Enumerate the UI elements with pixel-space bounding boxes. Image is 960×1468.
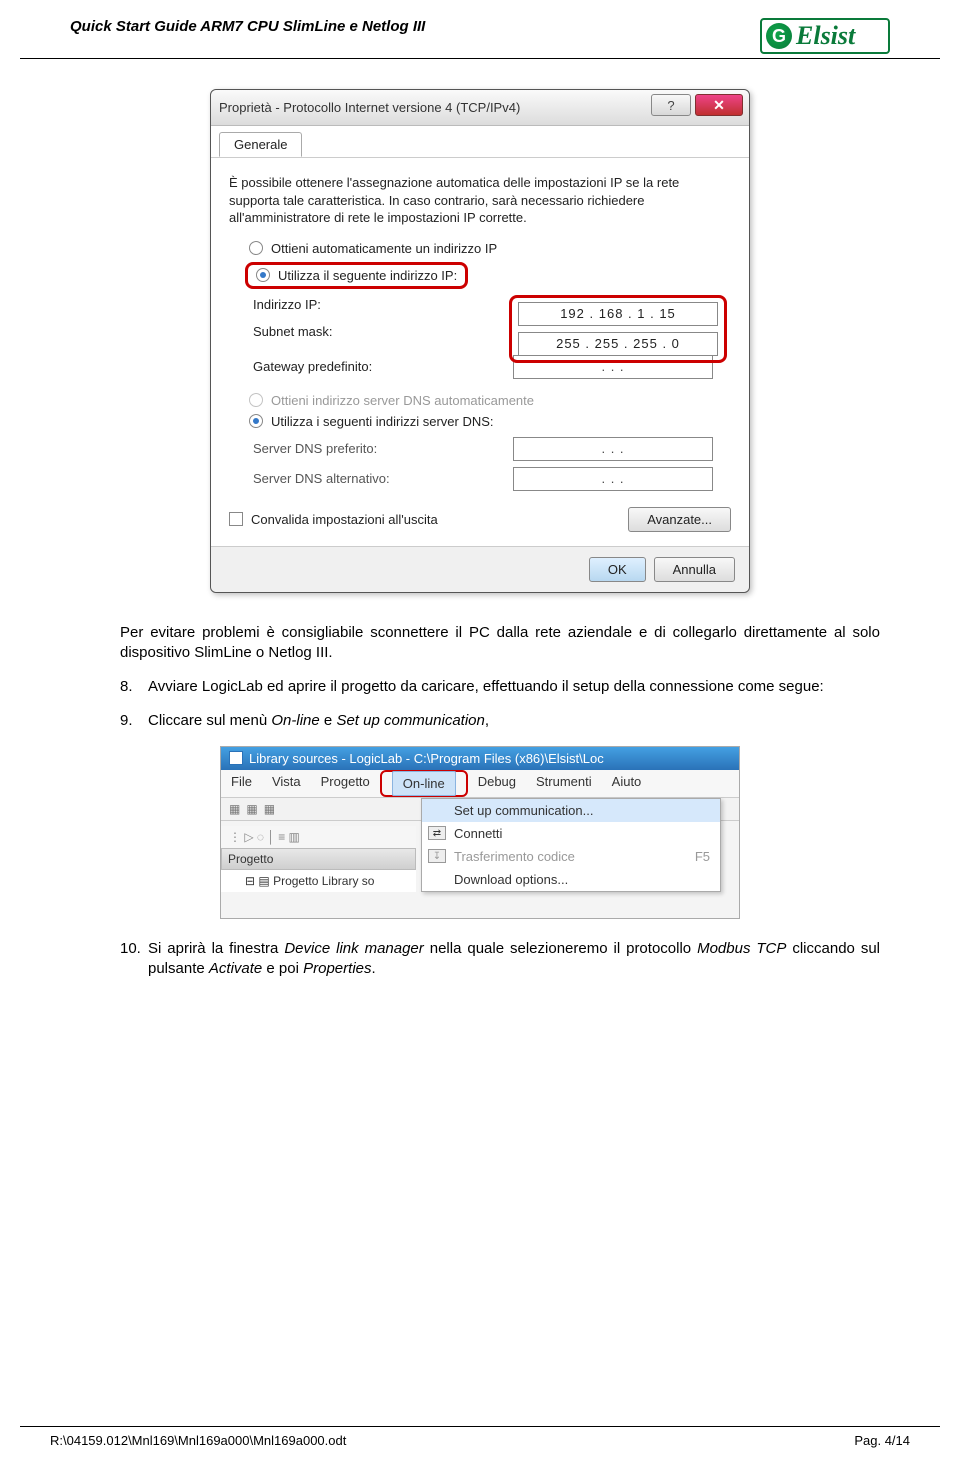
logiclab-window: Library sources - LogicLab - C:\Program … [220,746,740,919]
ipv4-properties-dialog: Proprietà - Protocollo Internet versione… [210,89,750,593]
page-header: Quick Start Guide ARM7 CPU SlimLine e Ne… [20,0,940,59]
radio-auto-ip-row[interactable]: Ottieni automaticamente un indirizzo IP [249,241,731,256]
sidebar-item[interactable]: ⊟ ▤ Progetto Library so [221,870,416,892]
dialog-tabs: Generale [211,126,749,158]
highlight-manual-ip: Utilizza il seguente indirizzo IP: [245,262,468,289]
connect-icon: ⇄ [428,826,446,840]
close-button[interactable]: ✕ [695,94,743,116]
radio-manual-ip-label: Utilizza il seguente indirizzo IP: [278,268,457,283]
ok-button[interactable]: OK [589,557,646,582]
menu-online[interactable]: On-line [392,771,456,796]
radio-on-icon [249,414,263,428]
menu-item-transfer: ↧ Trasferimento codice F5 [422,845,720,868]
tab-general[interactable]: Generale [219,132,302,157]
footer-path: R:\04159.012\Mnl169\Mnl169a000\Mnl169a00… [50,1433,346,1448]
logiclab-titlebar: Library sources - LogicLab - C:\Program … [221,747,739,770]
dns2-field[interactable]: . . . [513,467,713,491]
radio-off-icon [249,241,263,255]
logiclab-title-text: Library sources - LogicLab - C:\Program … [249,751,604,766]
radio-manual-dns-row[interactable]: Utilizza i seguenti indirizzi server DNS… [249,414,731,429]
dialog-title: Proprietà - Protocollo Internet versione… [219,100,520,115]
ip-address-field[interactable]: 192 . 168 . 1 . 15 [518,302,718,326]
dialog-body: È possibile ottenere l'assegnazione auto… [211,158,749,546]
dns1-label: Server DNS preferito: [253,441,413,456]
paragraph-intro: Per evitare problemi è consigliabile sco… [120,623,880,664]
elsist-logo: G Elsist [760,18,890,54]
menu-strumenti[interactable]: Strumenti [526,770,602,797]
dialog-description: È possibile ottenere l'assegnazione auto… [229,174,731,227]
subnet-mask-field[interactable]: 255 . 255 . 255 . 0 [518,332,718,356]
highlight-ip-fields: 192 . 168 . 1 . 15 255 . 255 . 255 . 0 [509,295,727,363]
doc-title: Quick Start Guide ARM7 CPU SlimLine e Ne… [70,18,425,35]
dns1-field[interactable]: . . . [513,437,713,461]
logiclab-menubar: File Vista Progetto On-line Debug Strume… [221,770,739,798]
ip-label: Indirizzo IP: [253,297,413,312]
advanced-button[interactable]: Avanzate... [628,507,731,532]
radio-manual-dns-label: Utilizza i seguenti indirizzi server DNS… [271,414,494,429]
mask-label: Subnet mask: [253,324,413,339]
radio-manual-ip-row[interactable]: Utilizza il seguente indirizzo IP: [245,262,731,289]
validate-checkbox[interactable] [229,512,243,526]
app-icon [229,751,243,765]
sidebar-header: Progetto [221,848,416,870]
dialog-titlebar: Proprietà - Protocollo Internet versione… [211,90,749,126]
paragraph-10: 10. Si aprirà la finestra Device link ma… [120,939,880,980]
menu-file[interactable]: File [221,770,262,797]
radio-auto-ip-label: Ottieni automaticamente un indirizzo IP [271,241,497,256]
menu-progetto[interactable]: Progetto [311,770,380,797]
footer-page: Pag. 4/14 [854,1433,910,1448]
dialog-footer: OK Annulla [211,546,749,592]
radio-auto-dns-label: Ottieni indirizzo server DNS automaticam… [271,393,534,408]
menu-item-setup-communication[interactable]: Set up communication... [422,799,720,822]
menu-item-connect[interactable]: ⇄ Connetti [422,822,720,845]
gateway-label: Gateway predefinito: [253,359,413,374]
cancel-button[interactable]: Annulla [654,557,735,582]
radio-auto-dns-row: Ottieni indirizzo server DNS automaticam… [249,393,731,408]
ip-fields-group: 192 . 168 . 1 . 15 255 . 255 . 255 . 0 I… [229,297,731,379]
paragraph-8: 8. Avviare LogicLab ed aprire il progett… [120,677,880,697]
menu-debug[interactable]: Debug [468,770,526,797]
toolbar-icon[interactable]: ▦ [229,802,240,816]
menu-vista[interactable]: Vista [262,770,311,797]
page-footer: R:\04159.012\Mnl169\Mnl169a000\Mnl169a00… [20,1426,940,1448]
toolbar-icon[interactable]: ▦ [246,802,257,816]
transfer-icon: ↧ [428,849,446,863]
logiclab-sidebar: ⋮ ▷ ◌ │ ≡ ▥ Progetto ⊟ ▤ Progetto Librar… [221,826,416,892]
online-dropdown: Set up communication... ⇄ Connetti ↧ Tra… [421,798,721,892]
logiclab-body: ▦ ▦ ▦ ⋮ ▷ ◌ │ ≡ ▥ Progetto ⊟ ▤ Progetto … [221,798,739,918]
highlight-online-menu: On-line [380,770,468,797]
logo-icon: G [766,23,792,49]
dns2-label: Server DNS alternativo: [253,471,413,486]
paragraph-9: 9. Cliccare sul menù On-line e Set up co… [120,711,880,731]
menu-item-download-options[interactable]: Download options... [422,868,720,891]
toolbar-icon[interactable]: ▦ [264,802,275,816]
validate-label: Convalida impostazioni all'uscita [251,512,438,527]
menu-aiuto[interactable]: Aiuto [602,770,652,797]
radio-disabled-icon [249,393,263,407]
radio-on-icon [256,268,270,282]
logo-text: Elsist [796,21,855,51]
help-button[interactable]: ? [651,94,691,116]
